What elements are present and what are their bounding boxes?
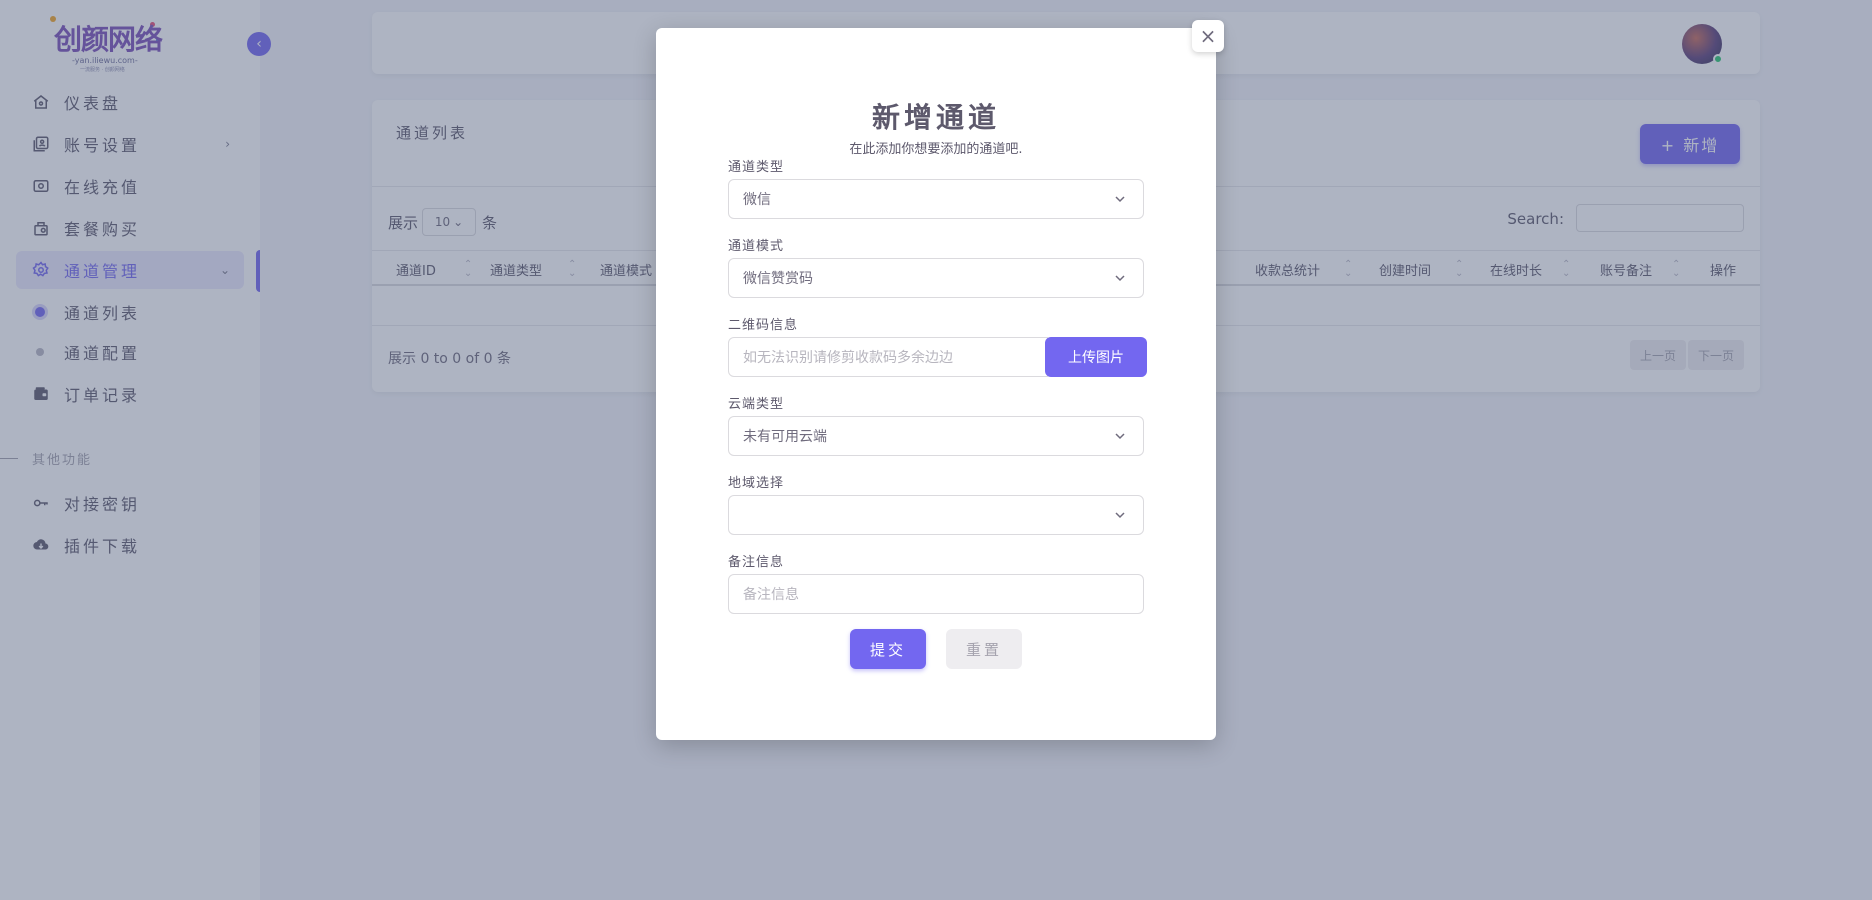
select-value: 微信 [743,192,771,208]
reset-button[interactable]: 重置 [946,629,1022,669]
region-select[interactable] [728,495,1144,535]
remark-input[interactable]: 备注信息 [728,574,1144,614]
modal-subtitle: 在此添加你想要添加的通道吧. [849,142,1023,157]
channel-type-select[interactable]: 微信 [728,179,1144,219]
qrcode-placeholder: 如无法识别请修剪收款码多余边边 [743,350,953,366]
chevron-down-icon [1115,275,1125,282]
qrcode-label: 二维码信息 [728,318,799,333]
add-channel-modal: × 新增通道 在此添加你想要添加的通道吧. 通道类型 微信 通道模式 微信赞赏码… [656,20,1224,740]
select-value: 未有可用云端 [743,429,827,445]
cloud-type-label: 云端类型 [728,397,785,412]
chevron-down-icon [1115,433,1125,440]
qrcode-input[interactable]: 如无法识别请修剪收款码多余边边 [728,337,1048,377]
chevron-down-icon [1115,512,1125,519]
close-icon: × [1199,24,1217,48]
remark-label: 备注信息 [728,555,785,570]
channel-type-label: 通道类型 [728,160,785,175]
channel-mode-select[interactable]: 微信赞赏码 [728,258,1144,298]
select-value: 微信赞赏码 [743,271,813,287]
close-button[interactable]: × [1192,20,1224,52]
cloud-type-select[interactable]: 未有可用云端 [728,416,1144,456]
submit-button[interactable]: 提交 [850,629,926,669]
upload-image-button[interactable]: 上传图片 [1045,337,1147,377]
channel-mode-label: 通道模式 [728,239,785,254]
chevron-down-icon [1115,196,1125,203]
remark-placeholder: 备注信息 [743,587,799,603]
modal-title: 新增通道 [871,101,1000,134]
region-label: 地域选择 [728,476,785,491]
